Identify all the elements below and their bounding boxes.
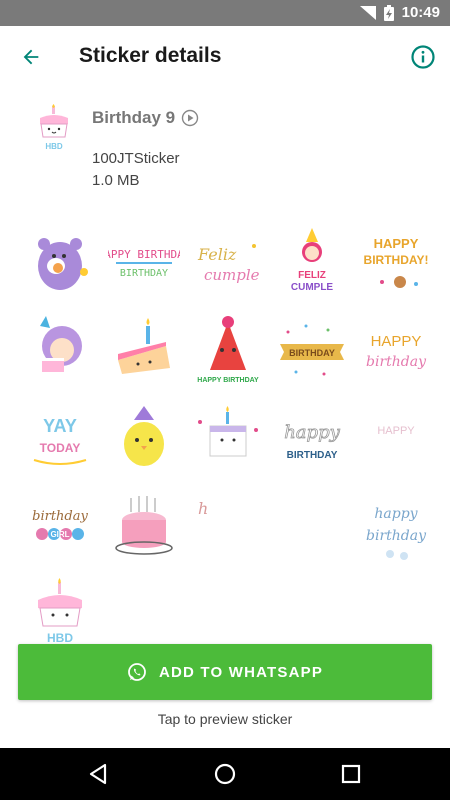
sticker-h-scribble[interactable]: h <box>186 482 270 570</box>
svg-text:HAPPY: HAPPY <box>374 236 419 251</box>
girl-with-cake-image <box>40 316 82 372</box>
battery-charging-icon <box>383 4 394 21</box>
purple-bear-image <box>38 238 88 290</box>
birthday-girl-image: birthday GIRL <box>32 509 89 540</box>
h-scribble-image: h <box>198 499 208 518</box>
svg-text:BIRTHDAY: BIRTHDAY <box>120 268 168 279</box>
pack-publisher: 100JTSticker <box>92 150 180 167</box>
svg-text:HBD: HBD <box>45 142 63 151</box>
sticker-birthday-banner[interactable]: BIRTHDAY <box>270 306 354 394</box>
svg-text:GIRL: GIRL <box>50 530 69 539</box>
svg-text:cumple: cumple <box>204 266 260 284</box>
sticker-yellow-chick[interactable] <box>102 394 186 482</box>
hbd-cake-icon: HBD <box>40 104 68 151</box>
yay-today-image: YAY TODAY <box>33 416 87 465</box>
recents-square-icon[interactable] <box>338 761 364 787</box>
sticker-birthday-girl[interactable]: birthday GIRL <box>18 482 102 570</box>
sticker-pink-cake-candles[interactable] <box>102 482 186 570</box>
info-button[interactable] <box>408 42 438 72</box>
sticker-cake-slice[interactable] <box>102 306 186 394</box>
svg-text:BIRTHDAY!: BIRTHDAY! <box>364 253 429 267</box>
sticker-happy-birthday-gold[interactable]: HAPPY BIRTHDAY! <box>354 218 438 306</box>
pack-header: HBD Birthday 9 100JTSticker 1.0 MB <box>0 96 450 206</box>
whatsapp-icon <box>128 663 146 681</box>
svg-text:happy: happy <box>284 422 340 443</box>
happy-birthday-gold-image: HAPPY BIRTHDAY! <box>364 236 429 288</box>
svg-text:birthday: birthday <box>366 354 427 370</box>
cute-cake-image <box>198 406 258 457</box>
pack-name: Birthday 9 <box>92 108 176 127</box>
hbd-cake-image: HBD <box>38 578 82 645</box>
pack-name-row: Birthday 9 <box>92 108 199 128</box>
svg-text:BIRTHDAY: BIRTHDAY <box>289 348 335 358</box>
sticker-happy-birthday-rainbow[interactable]: HAPPY BIRTHDAY BIRTHDAY <box>102 218 186 306</box>
pink-cake-candles-image <box>115 496 173 555</box>
back-button[interactable] <box>14 40 48 74</box>
birthday-banner-image: BIRTHDAY <box>280 324 344 376</box>
sticker-happy-birthday-blue[interactable]: happy birthday <box>354 482 438 570</box>
girl-feliz-cumple-image: FELIZ CUMPLE <box>291 228 334 293</box>
svg-text:birthday: birthday <box>366 528 427 544</box>
svg-text:TODAY: TODAY <box>40 441 81 455</box>
svg-text:BIRTHDAY: BIRTHDAY <box>287 450 338 461</box>
wifi-icon <box>359 5 376 20</box>
sticker-purple-bear[interactable] <box>18 218 102 306</box>
svg-text:CUMPLE: CUMPLE <box>291 282 334 293</box>
feliz-cumple-script-image: Feliz cumple <box>197 244 260 284</box>
svg-text:HAPPY BIRTHDAY: HAPPY BIRTHDAY <box>108 248 180 261</box>
yellow-chick-image <box>124 406 164 466</box>
page-title: Sticker details <box>79 44 222 67</box>
home-circle-icon[interactable] <box>212 761 238 787</box>
sticker-grid: HAPPY BIRTHDAY BIRTHDAY Feliz cumple FEL… <box>18 218 438 658</box>
sticker-cute-cake[interactable] <box>186 394 270 482</box>
happy-birthday-script-image: HAPPY birthday <box>366 333 427 370</box>
sticker-feliz-cumple-script[interactable]: Feliz cumple <box>186 218 270 306</box>
status-bar: 10:49 <box>0 0 450 26</box>
status-icons: 10:49 <box>359 4 440 21</box>
sticker-girl-with-cake[interactable] <box>18 306 102 394</box>
app-bar: Sticker details <box>0 26 450 88</box>
play-circle-icon[interactable] <box>181 109 199 127</box>
sticker-blank[interactable] <box>270 482 354 570</box>
svg-text:HAPPY: HAPPY <box>377 425 415 437</box>
back-triangle-icon[interactable] <box>85 761 111 787</box>
status-time: 10:49 <box>401 4 440 21</box>
svg-text:birthday: birthday <box>32 509 88 524</box>
sticker-yay-today[interactable]: YAY TODAY <box>18 394 102 482</box>
happy-faint-image: HAPPY <box>377 425 415 437</box>
svg-text:HAPPY BIRTHDAY: HAPPY BIRTHDAY <box>197 377 259 384</box>
sticker-happy-faint[interactable]: HAPPY <box>354 394 438 482</box>
sticker-party-hat[interactable]: HAPPY BIRTHDAY <box>186 306 270 394</box>
svg-text:h: h <box>198 499 208 518</box>
add-to-whatsapp-label: ADD TO WHATSAPP <box>158 663 324 681</box>
sticker-girl-feliz-cumple[interactable]: FELIZ CUMPLE <box>270 218 354 306</box>
arrow-back-icon <box>23 49 39 65</box>
pack-size: 1.0 MB <box>92 172 140 189</box>
sticker-happy-birthday-outline[interactable]: happy BIRTHDAY <box>270 394 354 482</box>
cake-slice-image <box>118 318 170 374</box>
preview-hint: Tap to preview sticker <box>157 711 293 727</box>
svg-text:Feliz: Feliz <box>197 245 237 264</box>
svg-text:YAY: YAY <box>43 416 77 436</box>
svg-text:happy: happy <box>374 506 418 522</box>
party-hat-image: HAPPY BIRTHDAY <box>197 316 259 384</box>
happy-birthday-outline-image: happy BIRTHDAY <box>284 422 341 461</box>
sticker-happy-birthday-script[interactable]: HAPPY birthday <box>354 306 438 394</box>
add-to-whatsapp-button[interactable]: ADD TO WHATSAPP <box>18 644 432 700</box>
blank-sticker-image <box>276 490 348 562</box>
happy-birthday-blue-image: happy birthday <box>366 506 427 560</box>
svg-text:FELIZ: FELIZ <box>298 270 326 281</box>
svg-text:HAPPY: HAPPY <box>371 333 422 350</box>
svg-text:HBD: HBD <box>47 631 73 645</box>
info-icon <box>411 45 435 69</box>
happy-birthday-rainbow-image: HAPPY BIRTHDAY BIRTHDAY <box>108 248 180 279</box>
navigation-bar <box>0 748 450 800</box>
